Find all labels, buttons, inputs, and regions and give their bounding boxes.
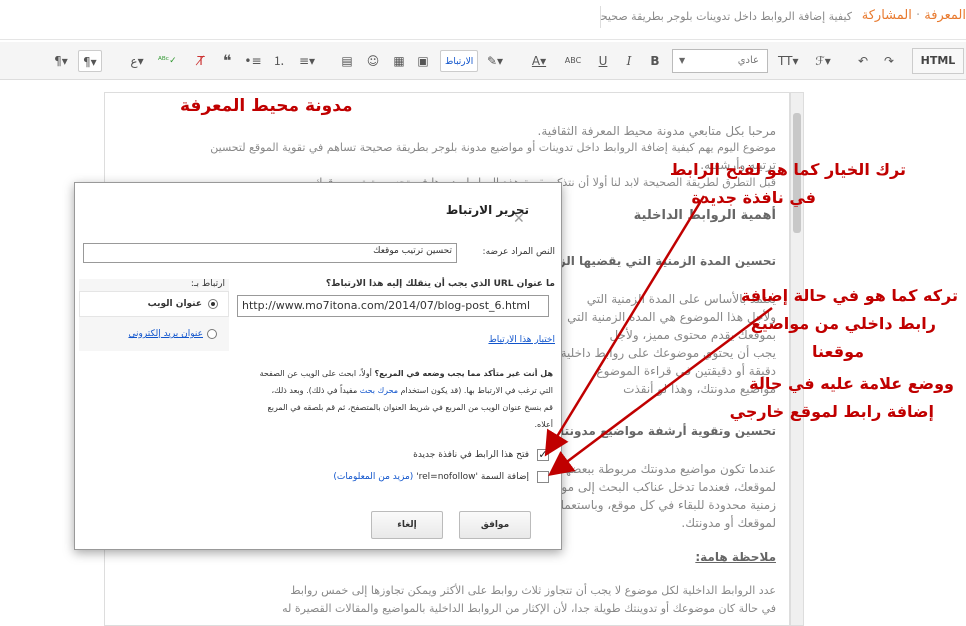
text-color-icon[interactable]: A▾ — [530, 50, 548, 72]
breadcrumb: المعرفة · المشاركة — [862, 8, 966, 23]
highlight-icon[interactable]: ✎▾ — [486, 50, 504, 72]
font-style-value: عادي — [737, 55, 759, 66]
link-to-panel: ارتباط بـ: عنوان الويب عنوان بريد إلكترو… — [79, 279, 229, 351]
editor-line: عندما تكون مواضيع مدونتك مربوطة ببعضها ا… — [527, 462, 776, 476]
new-window-label: فتح هذا الرابط في نافذة جديدة — [413, 450, 529, 460]
editor-line: لموقعك، فعندما تدخل عناكب البحث إلى موقع… — [539, 480, 776, 494]
note-heading: ملاحظة هامة: — [695, 550, 776, 564]
redo-icon[interactable]: ↷ — [880, 50, 898, 72]
more-info-link[interactable]: (مزيد من المعلومات) — [333, 472, 413, 482]
top-bar: المعرفة · المشاركة كيفية إضافة الروابط د… — [0, 0, 966, 40]
display-text-input[interactable]: تحسين ترتيب موقعك — [83, 243, 457, 263]
editor-toolbar: HTML ↷ ↶ ℱ▾ TT▾ عادي ▼ B I U ABC A▾ ✎▾ ا… — [0, 42, 966, 80]
help-line1: أولاً، ابحث على الويب عن الصفحة — [259, 369, 372, 378]
annotation-nofollow-line5: إضافة رابط لموقع خارجي — [729, 402, 934, 421]
italic-icon[interactable]: I — [620, 50, 638, 72]
link-to-web-option[interactable]: عنوان الويب — [79, 291, 229, 317]
nofollow-label: إضافة السمة 'rel=nofollow' (مزيد من المع… — [333, 472, 529, 482]
chevron-down-icon: ▼ — [679, 56, 686, 65]
bullet-list-icon[interactable]: •≡ — [244, 50, 262, 72]
help-line2: التي ترغب في الارتباط بها. (قد يكون استخ… — [400, 386, 553, 395]
new-window-checkbox[interactable]: ✓ — [537, 449, 549, 461]
font-style-select[interactable]: عادي ▼ — [672, 49, 768, 73]
input-tools-icon[interactable]: ع▾ — [128, 50, 146, 72]
annotation-nofollow-line1: تركه كما هو في حالة إضافة — [740, 286, 958, 305]
breadcrumb-separator: · — [916, 8, 921, 23]
help-line3: قم بنسخ عنوان الويب من المربع في شريط ال… — [267, 403, 553, 412]
test-link[interactable]: اختبار هذا الارتباط — [488, 335, 555, 345]
quote-icon[interactable]: ❝ — [218, 50, 236, 72]
nofollow-checkbox[interactable] — [537, 471, 549, 483]
bold-icon[interactable]: B — [646, 50, 664, 72]
web-address-label: عنوان الويب — [147, 299, 202, 309]
spellcheck-icon[interactable]: ᴬᴮᶜ✓ — [158, 50, 177, 72]
editor-line: لموقعك أو مدونتك. — [681, 516, 776, 530]
align-icon[interactable]: ≡▾ — [298, 50, 316, 72]
url-question: ما عنوان URL الذي يجب أن ينقلك إليه هذا … — [325, 279, 555, 289]
annotation-nofollow-line3: موقعنا — [812, 342, 864, 361]
editor-line: ولأجل هذا الموضوع هي المدة الزمنية التي — [567, 310, 776, 324]
help-line4: أعلاه. — [534, 420, 553, 429]
font-size-icon[interactable]: TT▾ — [778, 50, 798, 72]
search-engine-link[interactable]: محرك بحث — [360, 386, 398, 395]
annotation-nofollow-line4: ووضع علامة عليه في حالة — [749, 374, 954, 393]
editor-line: يجب أن يحتوي موضوعك على روابط داخلية — [560, 346, 776, 360]
email-address-radio[interactable] — [207, 329, 217, 339]
emoji-icon[interactable]: ☺ — [364, 50, 382, 72]
help-line2b: مفيداً في ذلك). وبعد ذلك، — [271, 386, 358, 395]
link-to-label: ارتباط بـ: — [190, 279, 225, 289]
ok-button[interactable]: موافق — [459, 511, 531, 539]
undo-icon[interactable]: ↶ — [854, 50, 872, 72]
editor-line: زمنية محدودة للبقاء في كل موقع، وباستعما… — [551, 498, 776, 512]
editor-line: في حالة كان موضوعك أو تدوينتك طويلة جدا،… — [282, 602, 776, 615]
clear-format-icon[interactable]: T̸ — [192, 50, 210, 72]
annotation-newwin-line2: في نافذة جديدة — [691, 188, 816, 207]
editor-line: عدد الروابط الداخلية لكل موضوع لا يجب أن… — [290, 584, 776, 597]
underline-icon[interactable]: U — [594, 50, 612, 72]
annotation-nofollow-line2: رابط داخلي من مواضيع — [750, 314, 936, 333]
image-icon[interactable]: ▣ — [414, 50, 432, 72]
display-text-label: النص المراد عرضه: — [482, 247, 555, 257]
web-address-radio[interactable] — [208, 299, 218, 309]
edit-link-dialog: تحرير الارتباط ✕ النص المراد عرضه: تحسين… — [74, 182, 562, 550]
breadcrumb-post[interactable]: المشاركة — [862, 8, 912, 23]
email-address-label[interactable]: عنوان بريد إلكتروني — [128, 329, 203, 339]
link-button[interactable]: الارتباط — [440, 50, 479, 72]
help-text: هل أنت غير متأكد مما يجب وضعه في المربع؟… — [253, 365, 553, 433]
url-input[interactable]: http://www.mo7itona.com/2014/07/blog-pos… — [237, 295, 549, 317]
ltr-icon[interactable]: ¶▾ — [52, 50, 70, 72]
nofollow-text: إضافة السمة 'rel=nofollow' — [416, 472, 529, 482]
help-bold: هل أنت غير متأكد مما يجب وضعه في المربع؟ — [374, 369, 553, 378]
font-family-icon[interactable]: ℱ▾ — [814, 50, 832, 72]
breadcrumb-knowledge[interactable]: المعرفة — [924, 8, 966, 23]
editor-heading: أهمية الروابط الداخلية — [633, 208, 776, 223]
close-icon[interactable]: ✕ — [513, 211, 525, 227]
jump-break-icon[interactable]: ▤ — [338, 50, 356, 72]
strikethrough-icon[interactable]: ABC — [564, 50, 582, 72]
html-mode-button[interactable]: HTML — [912, 48, 964, 74]
blog-heading: مدونة محيط المعرفة — [180, 96, 353, 116]
numbered-list-icon[interactable]: ⒈ — [270, 50, 288, 72]
editor-line: مرحبا بكل متابعي مدونة محيط المعرفة الثق… — [537, 124, 776, 138]
annotation-newwin-line1: ترك الخيار كما هو لفتح الرابط — [669, 160, 906, 179]
editor-heading: تحسين وتقوية أرشفة مواضيع مدونتك — [553, 424, 776, 438]
editor-line: موضوع اليوم يهم كيفية إضافة الروابط داخل… — [210, 141, 776, 154]
post-title-input[interactable]: كيفية إضافة الروابط داخل تدوينات بلوجر ب… — [600, 6, 858, 28]
rtl-icon[interactable]: ¶▾ — [78, 50, 102, 72]
cancel-button[interactable]: إلغاء — [371, 511, 443, 539]
video-icon[interactable]: ▦ — [390, 50, 408, 72]
